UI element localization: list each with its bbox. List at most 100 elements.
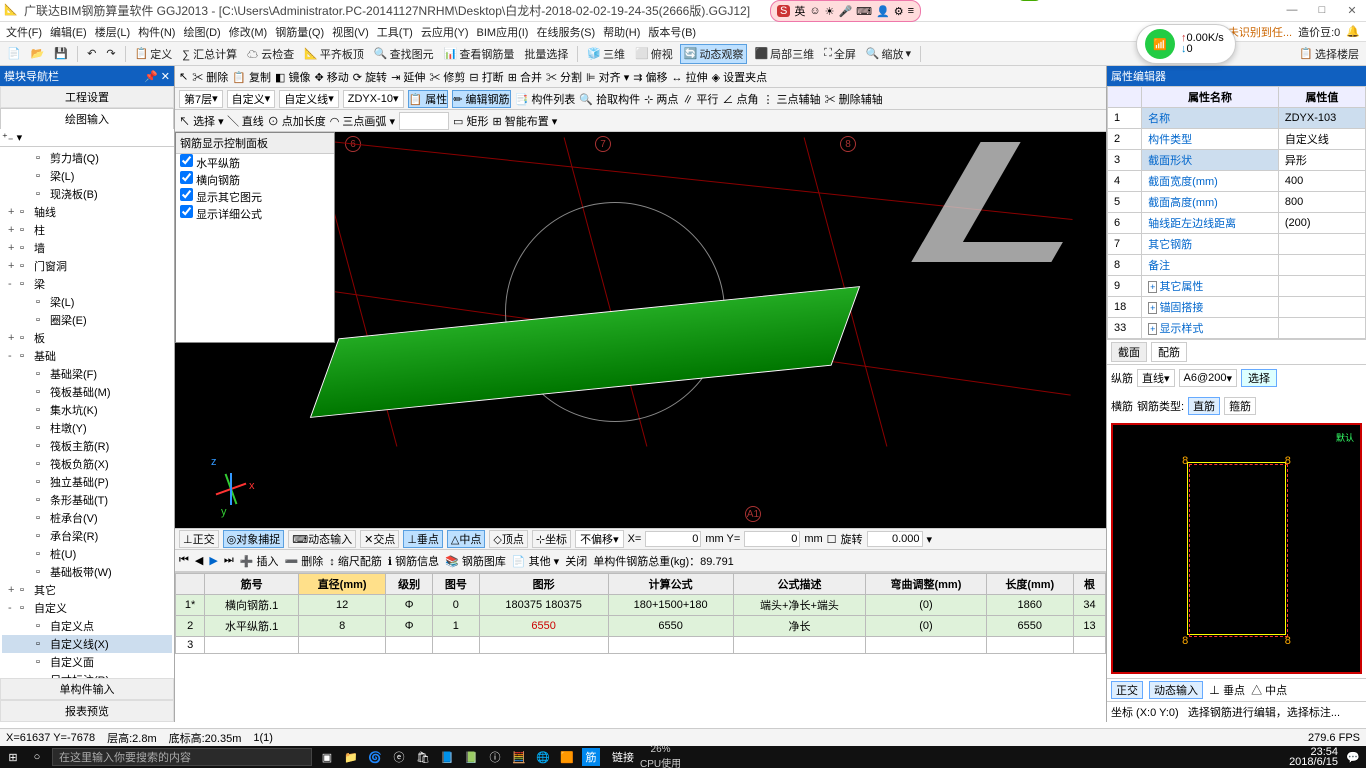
menu-view[interactable]: 视图(V) — [332, 24, 369, 40]
link-label[interactable]: 链接 — [612, 749, 634, 765]
tree-item[interactable]: ▫自定义面 — [2, 653, 172, 671]
stretch-btn[interactable]: ↔ 拉伸 — [672, 69, 708, 85]
edit-rebar-btn[interactable]: ✏ 编辑钢筋 — [452, 90, 510, 108]
sum-button[interactable]: ∑ 汇总计算 — [179, 44, 240, 64]
cursor-icon[interactable]: ↖ — [179, 70, 188, 83]
menu-floor[interactable]: 楼层(L) — [95, 24, 130, 40]
tree-item[interactable]: ▫集水坑(K) — [2, 401, 172, 419]
two-point-btn[interactable]: ⊹ 两点 — [644, 91, 678, 107]
opt-transverse-rebar[interactable]: 横向钢筋 — [176, 171, 334, 188]
split-btn[interactable]: ✂ 分割 — [546, 69, 582, 85]
align-btn[interactable]: ⊫ 对齐 ▾ — [586, 69, 629, 85]
report-preview-tab[interactable]: 报表预览 — [0, 700, 174, 722]
3d-button[interactable]: 🧊 三维 — [584, 44, 628, 64]
noshift-select[interactable]: 不偏移 ▾ — [575, 530, 624, 548]
intersect-btn[interactable]: ✕ 交点 — [360, 530, 399, 548]
menu-file[interactable]: 文件(F) — [6, 24, 42, 40]
minimize-button[interactable]: — — [1282, 4, 1302, 17]
cortana-icon[interactable]: ○ — [28, 748, 46, 766]
app2-icon[interactable]: 🟧 — [558, 748, 576, 766]
close-button[interactable]: ✕ — [1342, 4, 1362, 17]
menu-cloud[interactable]: 云应用(Y) — [421, 24, 469, 40]
tree-item[interactable]: ▫筏板基础(M) — [2, 383, 172, 401]
tree-item[interactable]: ▫承台梁(R) — [2, 527, 172, 545]
shape-dropdown[interactable] — [399, 112, 449, 130]
category-select[interactable]: 自定义 ▾ — [227, 90, 276, 108]
align-slab-button[interactable]: 📐 平齐板顶 — [301, 44, 367, 64]
point-length-tool[interactable]: ⊙ 点加长度 — [268, 113, 326, 129]
ime-face-icon[interactable]: ☺ — [809, 5, 820, 17]
tree-item[interactable]: +▫轴线 — [2, 203, 172, 221]
ime-gear-icon[interactable]: ⚙ — [894, 5, 904, 18]
mirror-btn[interactable]: ◧ 镜像 — [275, 69, 310, 85]
rebar-spec[interactable]: A6@200 ▾ — [1179, 369, 1238, 387]
merge-btn[interactable]: ⊞ 合并 — [508, 69, 542, 85]
menu-bim[interactable]: BIM应用(I) — [477, 24, 529, 40]
menu-version[interactable]: 版本号(B) — [648, 24, 696, 40]
select-rebar-button[interactable]: 选择 — [1241, 369, 1277, 387]
straight-rebar-btn[interactable]: 直筋 — [1188, 397, 1220, 415]
tree-item[interactable]: +▫板 — [2, 329, 172, 347]
three-point-aux-btn[interactable]: ⋮ 三点辅轴 — [762, 91, 820, 107]
rotate-btn[interactable]: ⟳ 旋转 — [353, 69, 387, 85]
network-widget[interactable]: 📶 ↑0.00K/s ↓0 — [1136, 24, 1236, 64]
edge-icon[interactable]: ⓔ — [390, 748, 408, 766]
define-button[interactable]: 📋 定义 — [132, 44, 176, 64]
ime-mic-icon[interactable]: 🎤 — [838, 5, 852, 18]
view-rebar-button[interactable]: 📊 查看钢筋量 — [441, 44, 518, 64]
trim-btn[interactable]: ✂ 修剪 — [429, 69, 465, 85]
taskbar-search[interactable]: 在这里输入你要搜索的内容 — [52, 748, 312, 766]
move-btn[interactable]: ✥ 移动 — [315, 69, 349, 85]
tree-item[interactable]: -▫自定义 — [2, 599, 172, 617]
copy-btn[interactable]: 📋 复制 — [232, 69, 271, 85]
tree-item[interactable]: +▫其它 — [2, 581, 172, 599]
ime-person-icon[interactable]: 👤 — [876, 5, 890, 18]
tree-item[interactable]: ▫剪力墙(Q) — [2, 149, 172, 167]
tree-item[interactable]: -▫梁 — [2, 275, 172, 293]
shrink-rebar-btn[interactable]: ↕ 缩尺配筋 — [329, 553, 382, 569]
calc-icon[interactable]: 🧮 — [510, 748, 528, 766]
ortho-btn[interactable]: ⊥ 正交 — [179, 530, 219, 548]
break-btn[interactable]: ⊟ 打断 — [469, 69, 503, 85]
delete-row-btn[interactable]: ➖ 删除 — [285, 553, 324, 569]
point-angle-btn[interactable]: ∠ 点角 — [722, 91, 758, 107]
tree-item[interactable]: ▫柱墩(Y) — [2, 419, 172, 437]
tree-item[interactable]: ▫筏板负筋(X) — [2, 455, 172, 473]
tree-item[interactable]: ▫条形基础(T) — [2, 491, 172, 509]
ime-sun-icon[interactable]: ☀ — [825, 5, 835, 18]
component-tree[interactable]: ▫剪力墙(Q)▫梁(L)▫现浇板(B)+▫轴线+▫柱+▫墙+▫门窗洞-▫梁▫梁(… — [0, 147, 174, 678]
right-perp-btn[interactable]: ⊥ 垂点 — [1209, 682, 1245, 698]
fullscreen-button[interactable]: ⛶ 全屏 — [821, 44, 859, 64]
rebar-line-type[interactable]: 直线 ▾ — [1137, 369, 1175, 387]
other-btn[interactable]: 📄 其他 ▾ — [512, 553, 559, 569]
stirrup-rebar-btn[interactable]: 箍筋 — [1224, 397, 1256, 415]
menu-modify[interactable]: 修改(M) — [229, 24, 268, 40]
tree-item[interactable]: -▫基础 — [2, 347, 172, 365]
arc-tool[interactable]: ◠ 三点画弧 ▾ — [330, 113, 395, 129]
menu-edit[interactable]: 编辑(E) — [50, 24, 87, 40]
ime-toolbar[interactable]: S 英 ☺ ☀ 🎤 ⌨ 👤 ⚙ ≡ — [770, 0, 921, 22]
top-view-button[interactable]: ⬜ 俯视 — [632, 44, 676, 64]
tree-item[interactable]: ▫现浇板(B) — [2, 185, 172, 203]
insert-row-btn[interactable]: ➕ 插入 — [240, 553, 279, 569]
orbit-button[interactable]: 🔄 动态观察 — [680, 44, 748, 64]
explorer-icon[interactable]: 📁 — [342, 748, 360, 766]
bell-icon[interactable]: 🔔 — [1346, 25, 1360, 38]
start-button[interactable]: ⊞ — [4, 748, 22, 766]
3d-viewport[interactable]: 6 7 8 A1 x y z — [175, 132, 1106, 528]
ie-icon[interactable]: ⓘ — [486, 748, 504, 766]
x-input[interactable] — [645, 531, 701, 547]
batch-select-button[interactable]: 批量选择 — [521, 44, 571, 64]
taskbar-clock[interactable]: 23:542018/6/15 — [1289, 747, 1338, 767]
tree-item[interactable]: ▫自定义点 — [2, 617, 172, 635]
tree-item[interactable]: +▫门窗洞 — [2, 257, 172, 275]
project-settings-tab[interactable]: 工程设置 — [0, 86, 174, 108]
tree-item[interactable]: ▫独立基础(P) — [2, 473, 172, 491]
rebar-display-panel[interactable]: 钢筋显示控制面板 水平纵筋 横向钢筋 显示其它图元 显示详细公式 — [175, 132, 335, 343]
tree-item[interactable]: ▫梁(L) — [2, 167, 172, 185]
dyn-input-btn[interactable]: ⌨ 动态输入 — [288, 530, 356, 548]
tree-item[interactable]: ▫梁(L) — [2, 293, 172, 311]
menu-tool[interactable]: 工具(T) — [377, 24, 413, 40]
open-button[interactable]: 📂 — [28, 44, 48, 64]
app1-icon[interactable]: 🌀 — [366, 748, 384, 766]
